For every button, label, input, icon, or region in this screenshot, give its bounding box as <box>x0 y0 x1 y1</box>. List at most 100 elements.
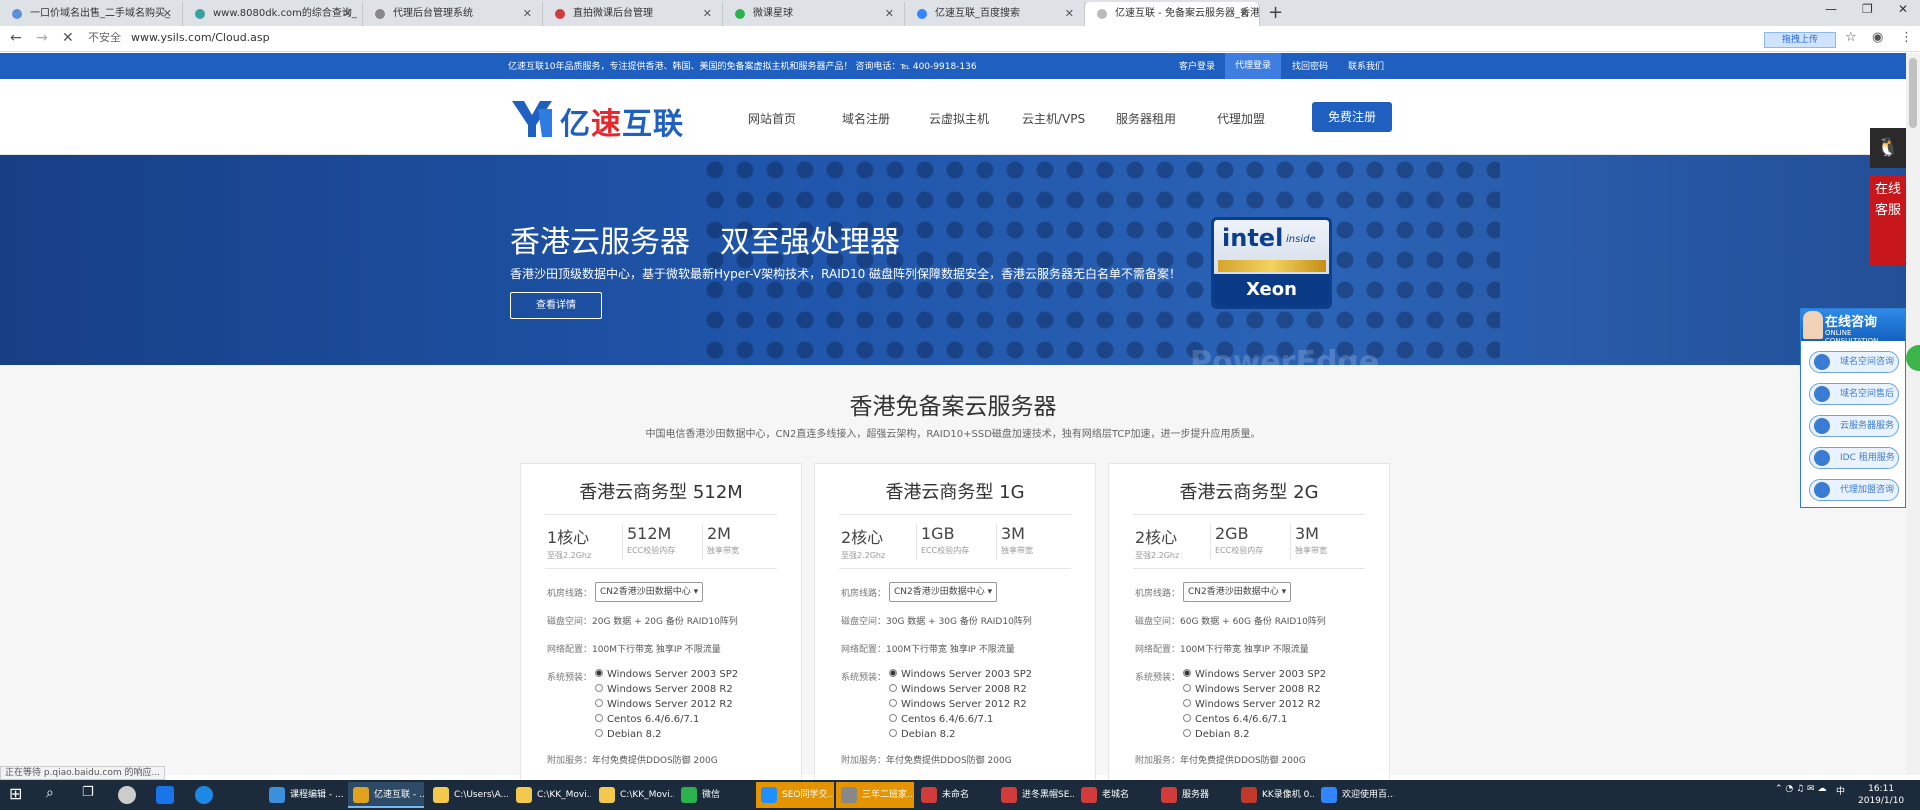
taskbar-app-button[interactable]: C:\KK_Movi... <box>594 782 674 808</box>
browser-tab-active[interactable]: 亿速互联 - 免备案云服务器_香港 ✕ <box>1085 2 1260 26</box>
settings-app-icon[interactable] <box>118 786 136 804</box>
radio-icon <box>1183 669 1191 677</box>
network-row: 网络配置：100M下行带宽 独享IP 不限流量 <box>547 645 721 655</box>
datacenter-select[interactable]: CN2香港沙田数据中心 ▾ <box>889 582 997 602</box>
tab-favicon-icon <box>917 9 927 19</box>
taskbar-app-button[interactable]: 进冬黑帽SE... <box>996 782 1074 808</box>
page-scrollbar[interactable] <box>1906 53 1920 775</box>
taskbar-app-button[interactable]: 欢迎使用百... <box>1316 782 1394 808</box>
os-radio-option[interactable]: Centos 6.4/6.6/7.1 <box>889 714 993 725</box>
task-view-icon[interactable]: ❐ <box>82 785 100 803</box>
os-radio-option[interactable]: Windows Server 2012 R2 <box>595 699 733 710</box>
minimize-icon[interactable]: — <box>1825 2 1837 16</box>
view-details-button[interactable]: 查看详情 <box>510 292 602 319</box>
bookmark-star-icon[interactable]: ☆ <box>1845 30 1857 45</box>
clock[interactable]: 16:11 2019/1/10 <box>1858 783 1904 807</box>
nav-domain[interactable]: 域名注册 <box>842 110 890 127</box>
taskbar-app-button[interactable]: 未命名 <box>916 782 994 808</box>
os-radio-option[interactable]: Debian 8.2 <box>1183 729 1250 740</box>
close-tab-icon[interactable]: ✕ <box>163 2 172 26</box>
browser-tab[interactable]: 代理后台管理系统 ✕ <box>363 2 543 26</box>
stop-loading-icon[interactable]: ✕ <box>62 30 74 46</box>
consult-cloud-button[interactable]: 云服务器服务 <box>1809 415 1899 437</box>
close-tab-icon[interactable]: ✕ <box>523 2 532 26</box>
radio-icon <box>1183 714 1191 722</box>
qq-icon[interactable]: 🐧 <box>1870 128 1906 168</box>
os-radio-option[interactable]: Windows Server 2003 SP2 <box>889 669 1032 680</box>
browser-tab[interactable]: 直拍微课后台管理 ✕ <box>543 2 723 26</box>
close-tab-icon[interactable]: ✕ <box>1065 2 1074 26</box>
browser-tab[interactable]: 微课星球 ✕ <box>723 2 905 26</box>
nav-server-rental[interactable]: 服务器租用 <box>1116 110 1176 127</box>
os-radio-option[interactable]: Debian 8.2 <box>595 729 662 740</box>
taskbar-app-button[interactable]: 微信 <box>676 782 754 808</box>
search-icon[interactable]: ⌕ <box>46 785 64 803</box>
contact-link[interactable]: 联系我们 <box>1348 59 1384 72</box>
consult-aftersales-button[interactable]: 域名空间售后 <box>1809 383 1899 405</box>
close-tab-icon[interactable]: ✕ <box>885 2 894 26</box>
close-tab-icon[interactable]: ✕ <box>343 2 352 26</box>
customer-login-link[interactable]: 客户登录 <box>1179 59 1215 72</box>
online-service-button[interactable]: 在线客服 <box>1870 175 1906 265</box>
os-radio-option[interactable]: Windows Server 2012 R2 <box>1183 699 1321 710</box>
taskbar-app-button[interactable]: 老城名 <box>1076 782 1154 808</box>
nav-home[interactable]: 网站首页 <box>748 110 796 127</box>
consult-agent-button[interactable]: 代理加盟咨询 <box>1809 479 1899 501</box>
taskbar-app-button[interactable]: KK录像机 0... <box>1236 782 1314 808</box>
ie-icon[interactable] <box>156 786 174 804</box>
url-field[interactable]: 不安全 www.ysils.com/Cloud.asp <box>88 30 270 46</box>
taskbar-app-button[interactable]: SEO同学交... <box>756 782 834 808</box>
close-tab-icon[interactable]: ✕ <box>1240 2 1249 26</box>
taskbar-app-button[interactable]: C:\KK_Movi... <box>511 782 591 808</box>
system-tray[interactable]: ⌃ ◔ ♫ ✉ ☁ <box>1775 784 1826 794</box>
datacenter-select[interactable]: CN2香港沙田数据中心 ▾ <box>595 582 703 602</box>
os-radio-option[interactable]: Windows Server 2012 R2 <box>889 699 1027 710</box>
recover-password-link[interactable]: 找回密码 <box>1292 59 1328 72</box>
nav-agent[interactable]: 代理加盟 <box>1217 110 1265 127</box>
browser-tab[interactable]: 亿速互联_百度搜索 ✕ <box>905 2 1085 26</box>
browser-tab[interactable]: www.8080dk.com的综合查询_ ✕ <box>183 2 363 26</box>
banner-ghost-text: PowerEdge <box>1190 345 1380 365</box>
app-icon <box>1241 787 1257 803</box>
datacenter-select[interactable]: CN2香港沙田数据中心 ▾ <box>1183 582 1291 602</box>
taskbar-app-button[interactable]: 三年二班家... <box>836 782 914 808</box>
radio-icon <box>595 684 603 692</box>
ime-indicator[interactable]: 中 <box>1836 784 1845 797</box>
os-radio-option[interactable]: Windows Server 2008 R2 <box>595 684 733 695</box>
os-radio-option[interactable]: Centos 6.4/6.6/7.1 <box>595 714 699 725</box>
taskbar-app-button[interactable]: 亿速互联 - ... <box>348 782 424 808</box>
forward-icon[interactable]: → <box>36 30 48 46</box>
browser-tab[interactable]: 一口价域名出售_二手域名购买_ ✕ <box>0 2 183 26</box>
consult-domain-button[interactable]: 域名空间咨询 <box>1809 351 1899 373</box>
os-radio-option[interactable]: Windows Server 2003 SP2 <box>595 669 738 680</box>
os-radio-option[interactable]: Windows Server 2003 SP2 <box>1183 669 1326 680</box>
edge-icon[interactable] <box>195 786 213 804</box>
menu-icon[interactable]: ⋮ <box>1900 30 1913 45</box>
taskbar-app-button[interactable]: C:\Users\A... <box>428 782 508 808</box>
agent-login-link[interactable]: 代理登录 <box>1225 53 1282 79</box>
nav-virtual-host[interactable]: 云虚拟主机 <box>929 110 989 127</box>
maximize-icon[interactable]: ❐ <box>1862 2 1873 16</box>
windows-start-icon[interactable]: ⊞ <box>9 784 27 803</box>
taskbar-app-button[interactable]: 服务器 <box>1156 782 1234 808</box>
consult-header: 在线咨询 ONLINE CONSULTATION <box>1801 309 1905 345</box>
os-radio-option[interactable]: Windows Server 2008 R2 <box>889 684 1027 695</box>
taskbar-app-button[interactable]: 课程编辑 - ... <box>264 782 344 808</box>
extra-row: 附加服务：年付免费提供DDOS防御 200G <box>841 756 1012 766</box>
back-icon[interactable]: ← <box>10 30 22 46</box>
new-tab-button[interactable]: + <box>1268 2 1283 23</box>
account-icon[interactable]: ◉ <box>1872 30 1883 45</box>
os-radio-option[interactable]: Debian 8.2 <box>889 729 956 740</box>
app-icon <box>433 787 449 803</box>
consult-idc-button[interactable]: IDC 租用服务 <box>1809 447 1899 469</box>
close-tab-icon[interactable]: ✕ <box>703 2 712 26</box>
os-radio-option[interactable]: Windows Server 2008 R2 <box>1183 684 1321 695</box>
scrollbar-thumb[interactable] <box>1909 58 1917 128</box>
nav-vps[interactable]: 云主机/VPS <box>1022 110 1085 127</box>
os-radio-option[interactable]: Centos 6.4/6.6/7.1 <box>1183 714 1287 725</box>
upload-button[interactable]: 拖拽上传 <box>1764 32 1836 48</box>
close-window-icon[interactable]: ✕ <box>1898 2 1908 16</box>
browser-tab-bar: 一口价域名出售_二手域名购买_ ✕ www.8080dk.com的综合查询_ ✕ 代… <box>0 0 1920 26</box>
radio-icon <box>889 684 897 692</box>
free-register-button[interactable]: 免费注册 <box>1312 102 1392 132</box>
